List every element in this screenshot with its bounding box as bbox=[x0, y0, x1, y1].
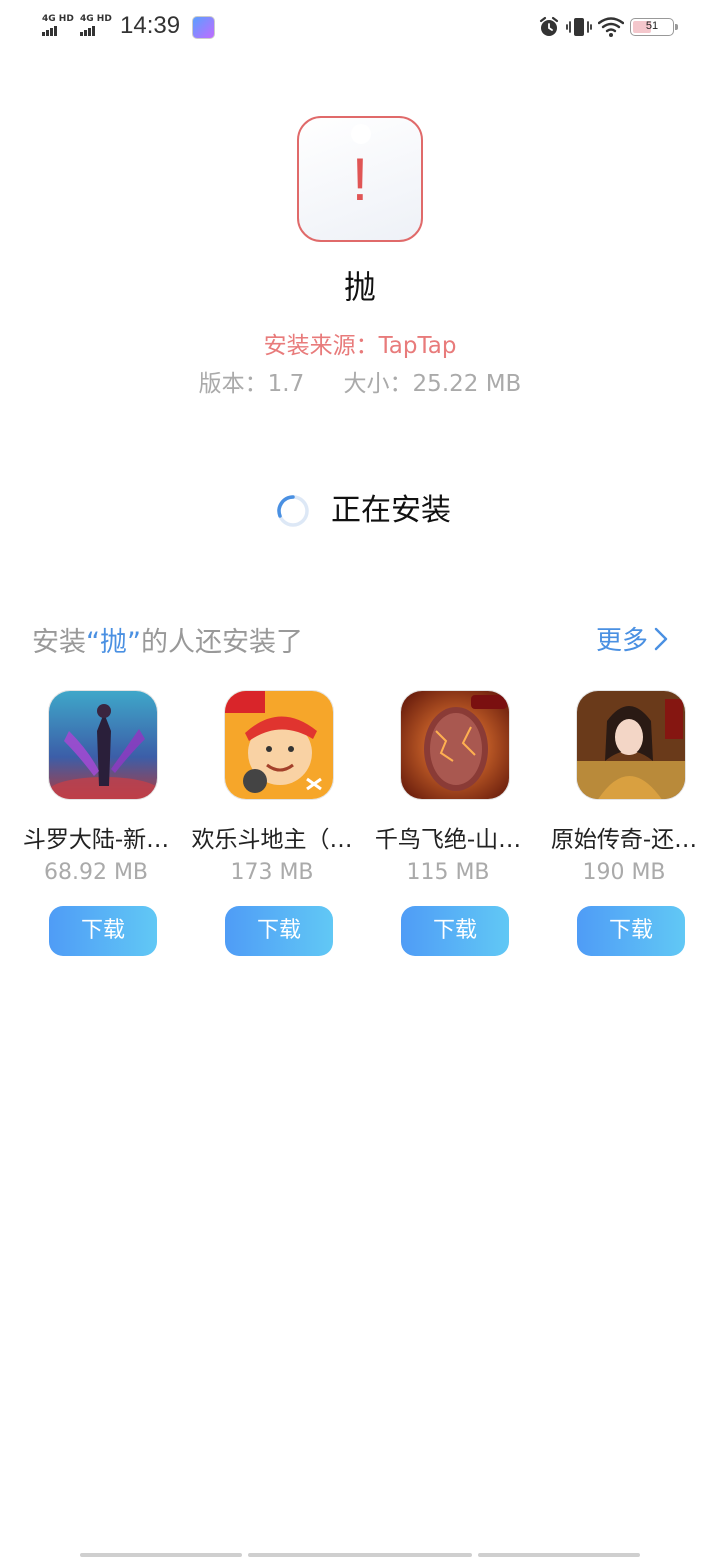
signal-icon: 4G HD bbox=[42, 14, 74, 36]
chevron-right-icon bbox=[654, 627, 668, 650]
install-status: 正在安装 bbox=[331, 493, 451, 528]
app-size: 68.92 MB bbox=[43, 860, 149, 885]
app-meta: 版本：1.7 大小：25.22 MB bbox=[0, 364, 720, 398]
install-source: 安装来源：TapTap bbox=[263, 333, 457, 359]
battery-level: 51 bbox=[645, 20, 659, 32]
loading-spinner-icon bbox=[277, 495, 309, 527]
signal-label: 4G HD bbox=[80, 14, 112, 24]
home-indicator[interactable] bbox=[248, 1553, 472, 1557]
app-size: 大小：25.22 MB bbox=[343, 371, 522, 397]
signal-label: 4G HD bbox=[42, 14, 74, 24]
battery-icon: 51 bbox=[630, 18, 678, 36]
download-button[interactable]: 下载 bbox=[225, 906, 333, 956]
app-size: 173 MB bbox=[230, 860, 314, 885]
download-button[interactable]: 下载 bbox=[401, 906, 509, 956]
more-label: 更多 bbox=[596, 626, 649, 656]
app-version: 版本：1.7 bbox=[198, 371, 305, 397]
app-name: 千鸟飞绝-山… bbox=[374, 827, 522, 853]
notification-app-icon bbox=[192, 16, 215, 39]
wifi-icon bbox=[598, 17, 624, 37]
vibrate-icon bbox=[566, 18, 592, 36]
nav-bar-segment[interactable] bbox=[478, 1553, 640, 1557]
alarm-icon bbox=[539, 16, 559, 36]
clock: 14:39 bbox=[120, 12, 181, 39]
download-button[interactable]: 下载 bbox=[577, 906, 685, 956]
nav-bar-segment[interactable] bbox=[80, 1553, 242, 1557]
app-size: 115 MB bbox=[406, 860, 490, 885]
app-thumbnail[interactable] bbox=[48, 690, 158, 800]
recommend-title-prefix: 安装 bbox=[32, 627, 86, 658]
app-thumbnail[interactable] bbox=[224, 690, 334, 800]
app-size: 190 MB bbox=[582, 860, 666, 885]
warning-icon: ! bbox=[297, 116, 423, 242]
recommend-title-suffix: 的人还安装了 bbox=[140, 627, 303, 658]
more-link[interactable]: 更多 bbox=[596, 620, 668, 657]
recommend-title-app: “抛” bbox=[86, 627, 141, 658]
app-name: 原始传奇-还… bbox=[550, 827, 698, 853]
app-name: 抛 bbox=[343, 268, 376, 306]
recommend-title: 安装“抛”的人还安装了 bbox=[32, 620, 303, 659]
download-button[interactable]: 下载 bbox=[49, 906, 157, 956]
status-bar: 4G HD 4G HD 14:39 51 bbox=[0, 0, 720, 56]
signal-icon: 4G HD bbox=[80, 14, 112, 36]
app-thumbnail[interactable] bbox=[576, 690, 686, 800]
app-name: 斗罗大陆-新… bbox=[22, 827, 170, 853]
app-thumbnail[interactable] bbox=[400, 690, 510, 800]
app-name: 欢乐斗地主（… bbox=[191, 827, 353, 853]
